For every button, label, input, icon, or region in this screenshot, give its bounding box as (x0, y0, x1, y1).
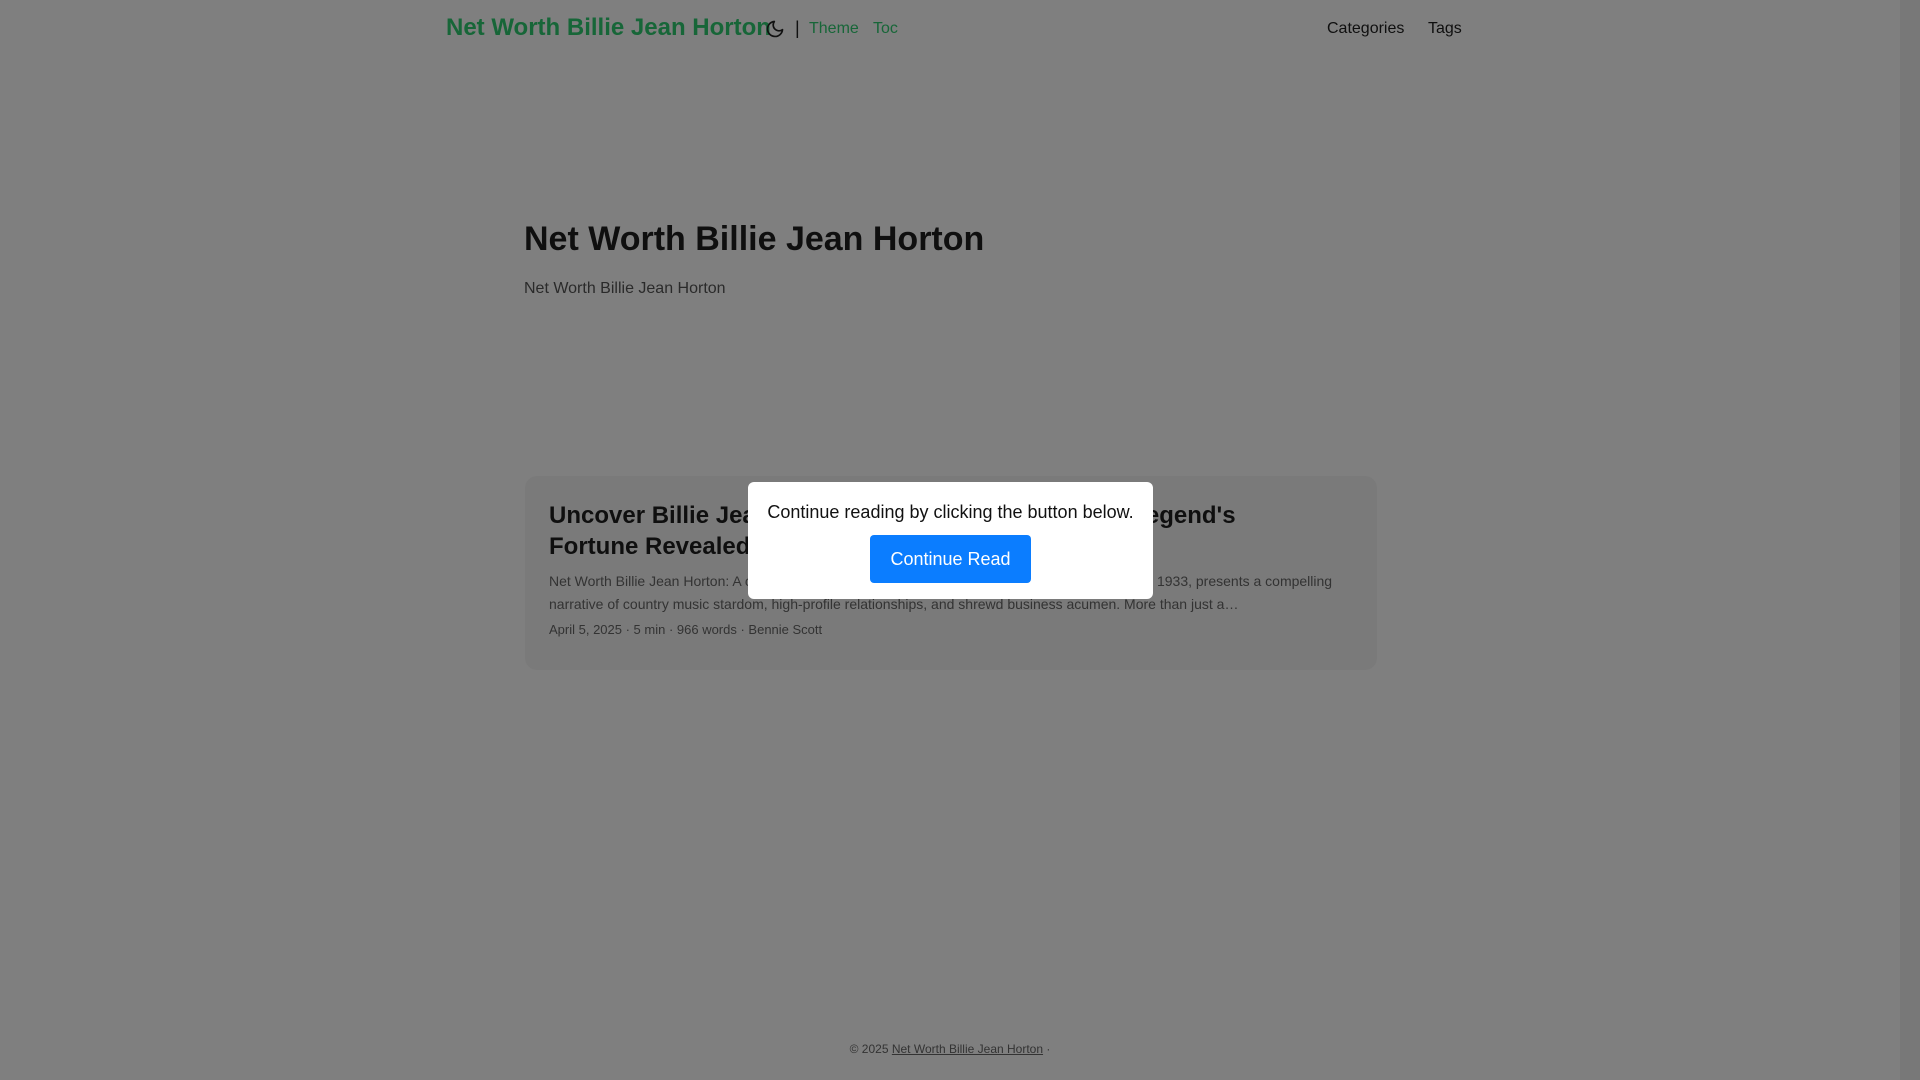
modal-overlay: Continue reading by clicking the button … (0, 0, 1920, 1080)
continue-reading-dialog: Continue reading by clicking the button … (748, 482, 1153, 599)
dialog-message: Continue reading by clicking the button … (767, 502, 1134, 522)
continue-read-button[interactable]: Continue Read (870, 535, 1031, 583)
